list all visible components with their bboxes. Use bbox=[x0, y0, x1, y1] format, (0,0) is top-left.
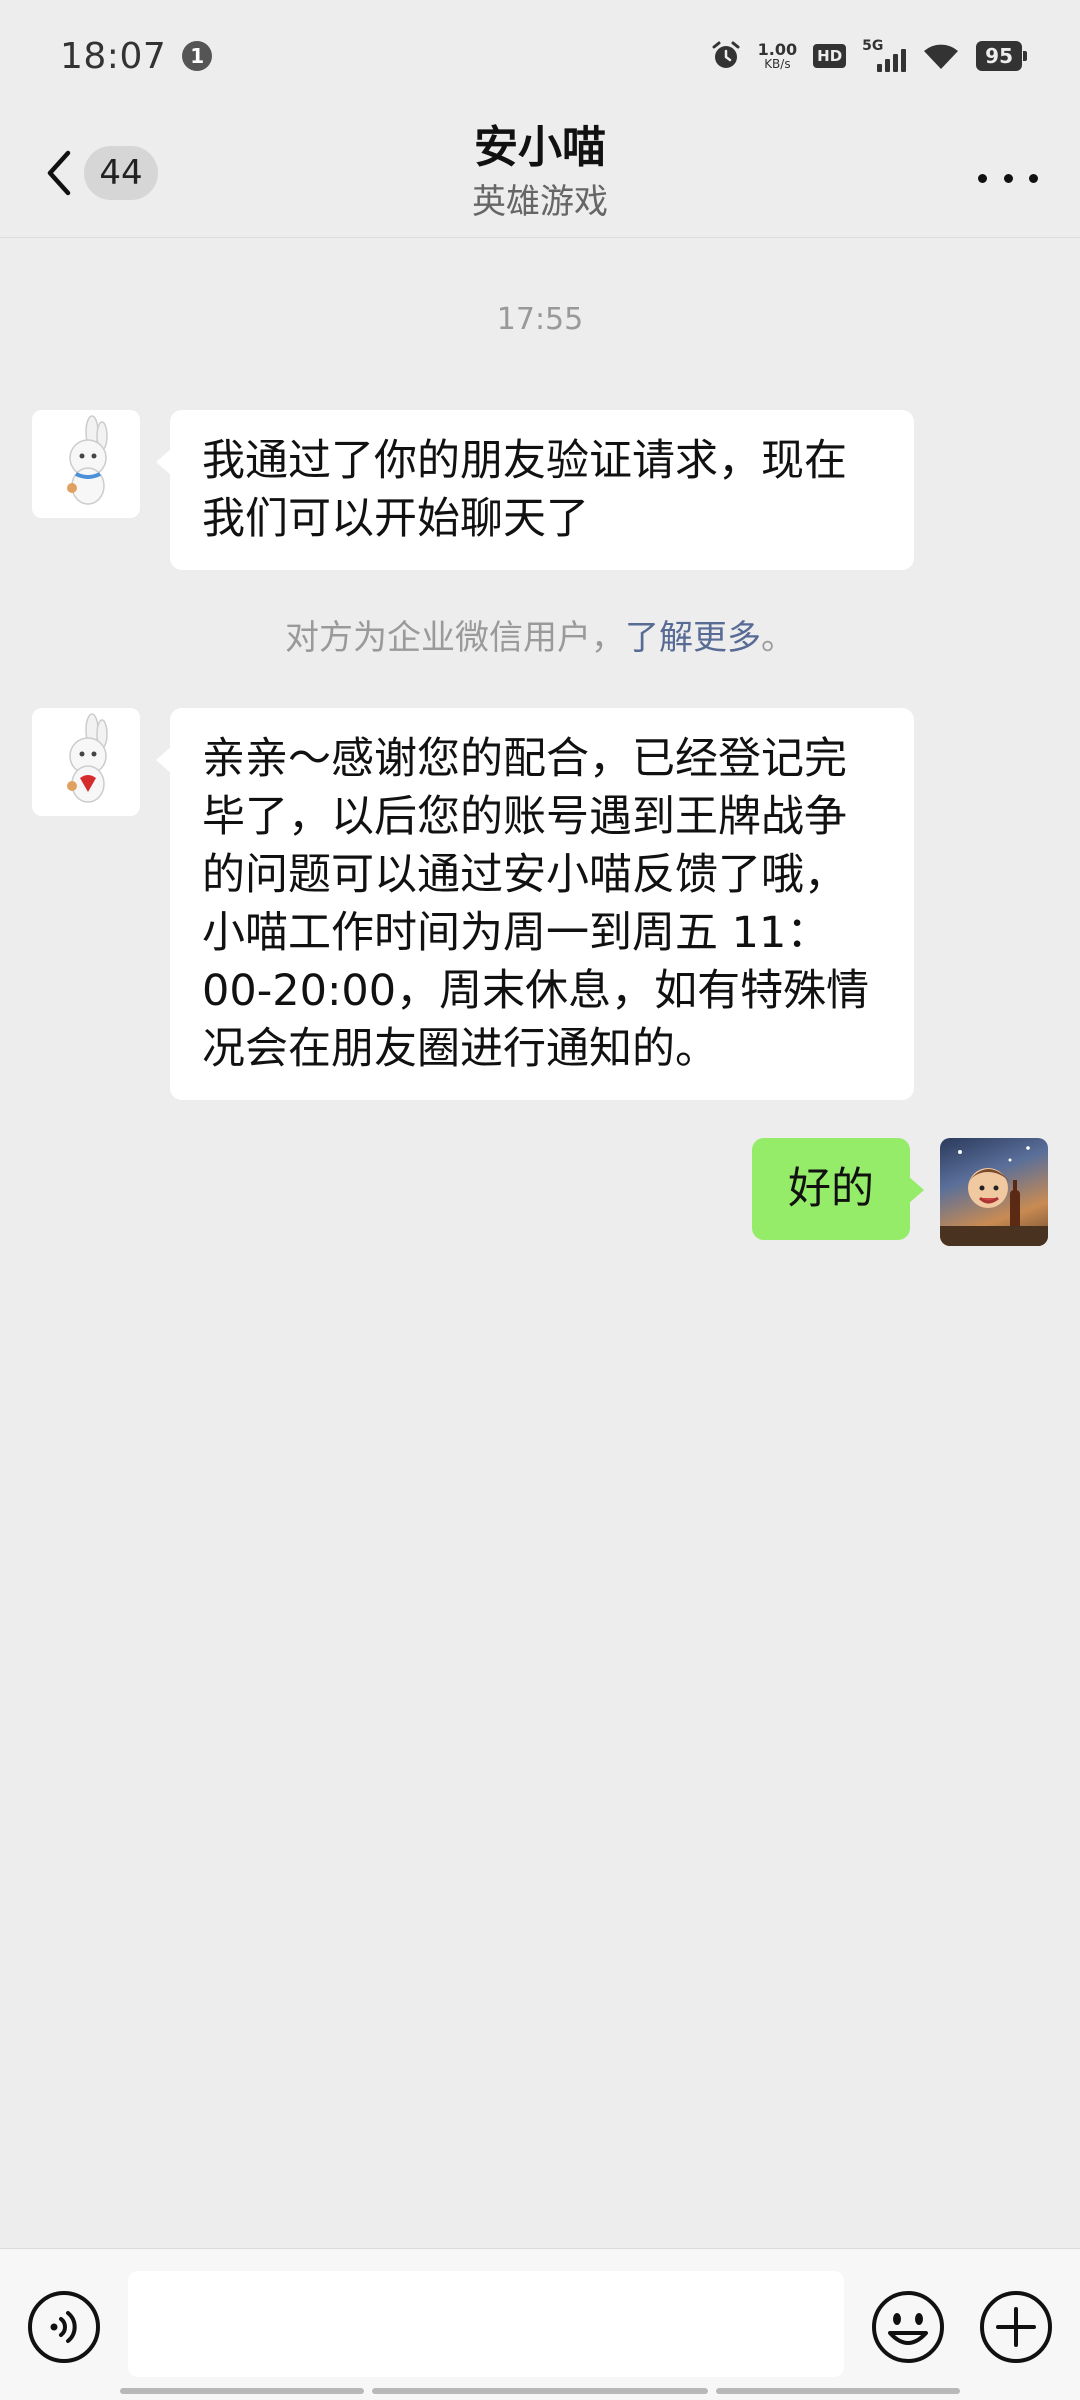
status-time: 18:07 bbox=[60, 35, 167, 77]
learn-more-link[interactable]: 了解更多 bbox=[625, 618, 761, 658]
system-note-text: 对方为企业微信用户， bbox=[285, 618, 625, 658]
user-avatar[interactable] bbox=[940, 1138, 1048, 1246]
more-options-icon[interactable] bbox=[978, 168, 1038, 188]
system-note-suffix: 。 bbox=[761, 618, 795, 658]
back-chevron-icon[interactable] bbox=[40, 148, 80, 198]
message-text: 好的 bbox=[788, 1164, 874, 1214]
message-text: 亲亲～感谢您的配合，已经登记完毕了，以后您的账号遇到王牌战争的问题可以通过安小喵… bbox=[202, 734, 870, 1074]
chat-title-area: 安小喵 英雄游戏 bbox=[240, 118, 840, 226]
plus-icon[interactable] bbox=[978, 2289, 1054, 2365]
status-right: 1.00 KB/s HD 5G 95 bbox=[710, 38, 1027, 72]
input-bar bbox=[0, 2248, 1080, 2400]
network-speed: 1.00 KB/s bbox=[757, 40, 798, 71]
nav-gesture-bar bbox=[716, 2388, 960, 2394]
notification-badge: 1 bbox=[182, 41, 213, 71]
hd-indicator: HD bbox=[813, 44, 847, 68]
chat-subtitle: 英雄游戏 bbox=[472, 182, 608, 222]
message-input[interactable] bbox=[128, 2271, 844, 2377]
wifi-icon bbox=[924, 44, 959, 69]
message-bubble-sent[interactable]: 好的 bbox=[752, 1138, 924, 1240]
message-bubble-received[interactable]: 亲亲～感谢您的配合，已经登记完毕了，以后您的账号遇到王牌战争的问题可以通过安小喵… bbox=[156, 708, 914, 1100]
contact-avatar[interactable] bbox=[32, 708, 140, 816]
contact-avatar[interactable] bbox=[32, 410, 140, 518]
system-note: 对方为企业微信用户，了解更多。 bbox=[0, 610, 1080, 659]
unread-count-badge[interactable]: 44 bbox=[84, 146, 158, 200]
chat-header: 44 安小喵 英雄游戏 bbox=[0, 112, 1080, 238]
network-speed-value: 1.00 bbox=[757, 40, 798, 59]
nav-gesture-bar bbox=[120, 2388, 364, 2394]
message-bubble-received[interactable]: 我通过了你的朋友验证请求，现在我们可以开始聊天了 bbox=[156, 410, 914, 570]
message-text: 我通过了你的朋友验证请求，现在我们可以开始聊天了 bbox=[202, 436, 847, 544]
nav-gesture-bar bbox=[372, 2388, 708, 2394]
alarm-icon bbox=[712, 41, 740, 68]
message-timestamp: 17:55 bbox=[496, 302, 584, 337]
cellular-signal-icon: 5G bbox=[862, 38, 907, 72]
battery-indicator: 95 bbox=[976, 41, 1027, 71]
chat-title: 安小喵 bbox=[474, 122, 606, 173]
bunny-avatar-icon bbox=[32, 410, 140, 518]
status-bar: 18:07 1 1.00 KB/s HD 5G 95 bbox=[0, 0, 1080, 112]
status-left: 18:07 1 bbox=[60, 35, 213, 77]
network-speed-unit: KB/s bbox=[764, 57, 791, 71]
voice-icon[interactable] bbox=[26, 2289, 102, 2365]
bunny-avatar-icon bbox=[32, 708, 140, 816]
emoji-icon[interactable] bbox=[870, 2289, 946, 2365]
user-avatar-image-icon bbox=[940, 1146, 1048, 1246]
